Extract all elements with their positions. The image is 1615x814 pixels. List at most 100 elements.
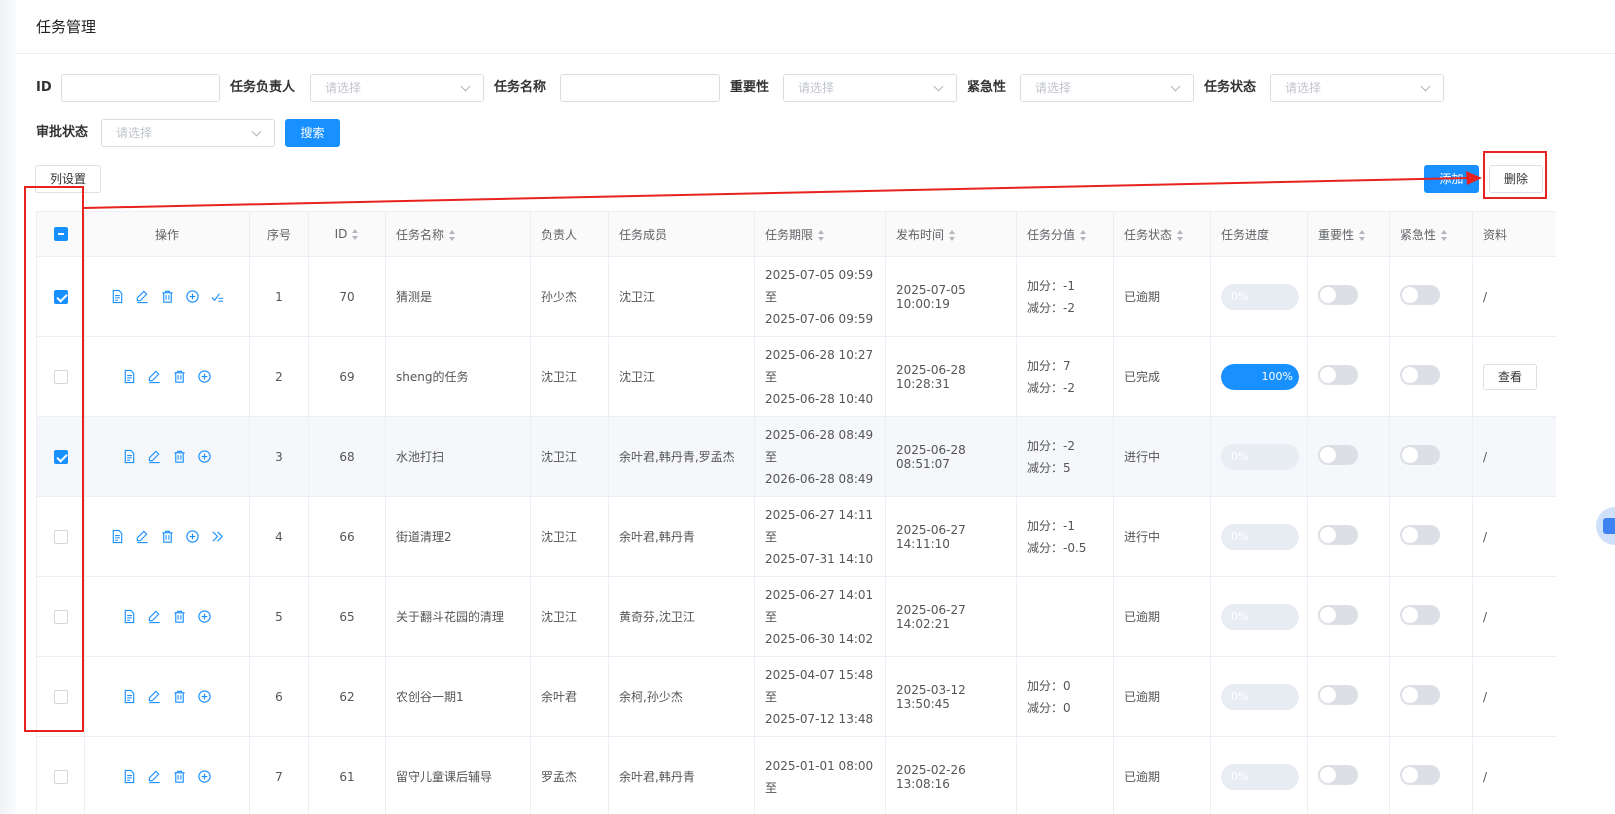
detail-icon[interactable] [122, 609, 137, 624]
row-checkbox[interactable] [53, 609, 68, 624]
table-row[interactable]: 3 68 水池打扫 沈卫江 余叶君,韩丹青,罗孟杰 2025-06-28 08:… [36, 416, 1556, 497]
task-table: 操作 序号 ID 任务名称 负责人 任务成员 任务期限 发布时间 任务分值 任务… [36, 211, 1556, 814]
table-row[interactable]: 2 69 sheng的任务 沈卫江 沈卫江 2025-06-28 10:27 至… [36, 336, 1556, 417]
row-checkbox[interactable] [53, 769, 68, 784]
row-checkbox[interactable] [53, 449, 68, 464]
importance-select[interactable]: 请选择 [783, 74, 957, 102]
col-importance[interactable]: 重要性 [1307, 211, 1390, 257]
detail-icon[interactable] [110, 529, 125, 544]
name-label: 任务名称 [494, 80, 547, 95]
edit-icon[interactable] [147, 369, 162, 384]
add-circle-icon[interactable] [185, 289, 200, 304]
trash-icon[interactable] [172, 769, 187, 784]
urgency-toggle[interactable] [1400, 285, 1440, 305]
row-checkbox[interactable] [53, 529, 68, 544]
importance-toggle[interactable] [1318, 765, 1358, 785]
row-owner: 沈卫江 [530, 416, 609, 497]
row-owner: 沈卫江 [530, 576, 609, 657]
sort-icon[interactable] [818, 229, 825, 241]
importance-toggle[interactable] [1318, 285, 1358, 305]
add-circle-icon[interactable] [197, 449, 212, 464]
add-circle-icon[interactable] [197, 769, 212, 784]
sort-icon[interactable] [449, 229, 456, 241]
urgency-toggle[interactable] [1400, 765, 1440, 785]
row-material: / [1472, 576, 1556, 657]
row-checkbox[interactable] [53, 369, 68, 384]
id-input[interactable] [61, 74, 220, 102]
approval-select[interactable]: 请选择 [101, 119, 275, 147]
detail-icon[interactable] [122, 449, 137, 464]
col-publish[interactable]: 发布时间 [885, 211, 1017, 257]
importance-toggle[interactable] [1318, 365, 1358, 385]
trash-icon[interactable] [172, 369, 187, 384]
owner-select[interactable]: 请选择 [310, 74, 484, 102]
approve-icon[interactable] [210, 289, 225, 304]
edit-icon[interactable] [147, 609, 162, 624]
trash-icon[interactable] [172, 689, 187, 704]
forward-icon[interactable] [210, 529, 225, 544]
edit-icon[interactable] [147, 449, 162, 464]
row-checkbox[interactable] [53, 689, 68, 704]
trash-icon[interactable] [172, 609, 187, 624]
trash-icon[interactable] [160, 289, 175, 304]
col-status[interactable]: 任务状态 [1113, 211, 1211, 257]
edit-icon[interactable] [135, 529, 150, 544]
floating-assistant-button[interactable] [1596, 507, 1615, 545]
table-row[interactable]: 7 61 留守儿童课后辅导 罗孟杰 余叶君,韩丹青 2025-01-01 08:… [36, 736, 1556, 814]
add-circle-icon[interactable] [185, 529, 200, 544]
importance-toggle[interactable] [1318, 525, 1358, 545]
row-checkbox[interactable] [53, 289, 68, 304]
urgency-toggle[interactable] [1400, 685, 1440, 705]
add-circle-icon[interactable] [197, 609, 212, 624]
urgency-toggle[interactable] [1400, 365, 1440, 385]
trash-icon[interactable] [172, 449, 187, 464]
select-all-checkbox[interactable] [53, 227, 68, 242]
col-name[interactable]: 任务名称 [385, 211, 531, 257]
trash-icon[interactable] [160, 529, 175, 544]
urgency-toggle[interactable] [1400, 445, 1440, 465]
urgency-toggle[interactable] [1400, 525, 1440, 545]
detail-icon[interactable] [110, 289, 125, 304]
row-material: 查看 [1472, 336, 1556, 417]
row-progress: 0% [1210, 576, 1308, 657]
sort-icon[interactable] [1441, 229, 1448, 241]
column-settings-button[interactable]: 列设置 [35, 165, 101, 193]
urgency-select[interactable]: 请选择 [1020, 74, 1194, 102]
importance-toggle[interactable] [1318, 445, 1358, 465]
col-deadline[interactable]: 任务期限 [754, 211, 886, 257]
table-row[interactable]: 4 66 街道清理2 沈卫江 余叶君,韩丹青 2025-06-27 14:11 … [36, 496, 1556, 577]
table-row[interactable]: 6 62 农创谷一期1 余叶君 余柯,孙少杰 2025-04-07 15:48 … [36, 656, 1556, 737]
sort-icon[interactable] [1177, 229, 1184, 241]
importance-toggle[interactable] [1318, 685, 1358, 705]
col-urgency[interactable]: 紧急性 [1389, 211, 1473, 257]
sort-icon[interactable] [352, 229, 359, 240]
search-button[interactable]: 搜索 [285, 119, 340, 147]
add-button[interactable]: 添加 [1424, 165, 1479, 193]
edit-icon[interactable] [147, 689, 162, 704]
detail-icon[interactable] [122, 769, 137, 784]
edit-icon[interactable] [135, 289, 150, 304]
urgency-toggle[interactable] [1400, 605, 1440, 625]
importance-toggle[interactable] [1318, 605, 1358, 625]
detail-icon[interactable] [122, 369, 137, 384]
score-plus: 加分：0 [1027, 678, 1071, 693]
view-button[interactable]: 查看 [1483, 363, 1537, 390]
row-id: 65 [308, 576, 386, 657]
sort-icon[interactable] [1359, 229, 1366, 241]
sort-icon[interactable] [1080, 229, 1087, 241]
edit-icon[interactable] [147, 769, 162, 784]
col-score[interactable]: 任务分值 [1016, 211, 1114, 257]
table-row[interactable]: 5 65 关于翻斗花园的清理 沈卫江 黄奇芬,沈卫江 2025-06-27 14… [36, 576, 1556, 657]
delete-button[interactable]: 删除 [1489, 165, 1543, 193]
row-score [1016, 736, 1114, 814]
task-name-input[interactable] [560, 74, 720, 102]
table-row[interactable]: 1 70 猜测是 孙少杰 沈卫江 2025-07-05 09:59 至 2025… [36, 256, 1556, 337]
add-circle-icon[interactable] [197, 369, 212, 384]
status-select[interactable]: 请选择 [1270, 74, 1444, 102]
add-circle-icon[interactable] [197, 689, 212, 704]
row-publish-time: 2025-07-05 10:00:19 [885, 256, 1017, 337]
col-id[interactable]: ID [308, 211, 386, 257]
row-urgency [1389, 416, 1473, 497]
sort-icon[interactable] [949, 229, 956, 241]
detail-icon[interactable] [122, 689, 137, 704]
